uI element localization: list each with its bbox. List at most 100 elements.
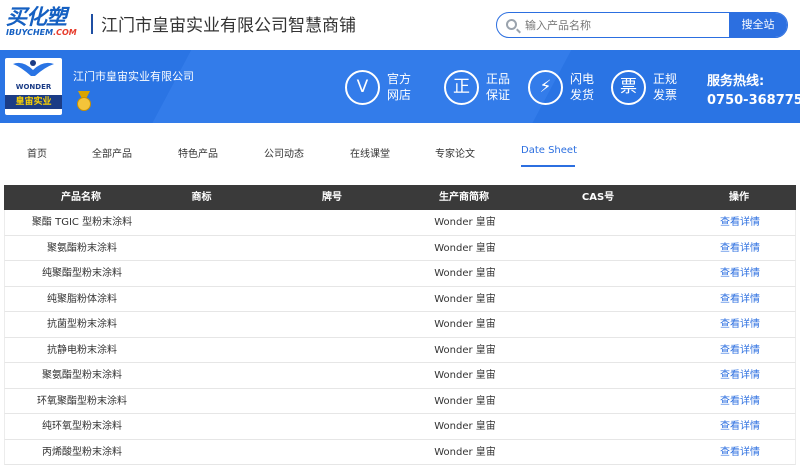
table-row: 丙烯酸型粉末涂料 Wonder 皇宙 查看详情	[4, 439, 796, 465]
table-body: 聚酯 TGIC 型粉末涂料 Wonder 皇宙 查看详情 聚氨酯粉末涂料 Wonder …	[4, 210, 796, 465]
shop-banner: WONDER 皇宙实业 江门市皇宙实业有限公司 V 官方网店 正 正品保证 ⚡ …	[0, 50, 800, 123]
cell-manufacturer: Wonder 皇宙	[434, 344, 496, 356]
cell-manufacturer: Wonder 皇宙	[434, 242, 496, 254]
cell-grade	[273, 287, 393, 312]
cell-manufacturer: Wonder 皇宙	[434, 395, 496, 407]
cell-cas	[539, 236, 659, 261]
nav-online-class[interactable]: 在线课堂	[350, 145, 390, 160]
table-row: 聚氨酯粉末涂料 Wonder 皇宙 查看详情	[4, 235, 796, 261]
search-all-button[interactable]: 搜全站	[729, 13, 787, 37]
view-details-link[interactable]: 查看详情	[685, 312, 795, 337]
cell-brand	[145, 363, 260, 388]
hotline-label: 服务热线:	[707, 74, 765, 89]
cell-product-name: 抗菌型粉末涂料	[47, 319, 117, 330]
cell-product-name: 纯聚脂粉体涂料	[47, 293, 117, 305]
feature-label: 正品保证	[486, 72, 511, 102]
nav-all-products[interactable]: 全部产品	[92, 145, 132, 160]
lightning-icon: ⚡	[528, 70, 563, 105]
cell-grade	[273, 210, 393, 235]
cell-manufacturer: Wonder 皇宙	[434, 446, 496, 458]
cell-grade	[273, 414, 393, 439]
cell-manufacturer: Wonder 皇宙	[434, 370, 496, 381]
view-details-link[interactable]: 查看详情	[685, 363, 795, 388]
table-row: 抗菌型粉末涂料 Wonder 皇宙 查看详情	[4, 312, 796, 338]
cell-cas	[539, 338, 659, 363]
cell-cas	[539, 261, 659, 286]
table-row: 聚氨酯型粉末涂料 Wonder 皇宙 查看详情	[4, 363, 796, 389]
nav-date-sheet[interactable]: Date Sheet	[521, 145, 577, 156]
cell-cas	[539, 287, 659, 312]
zheng-icon: 正	[444, 70, 479, 105]
search-bar: 搜全站	[496, 12, 788, 38]
cell-manufacturer: Wonder 皇宙	[434, 421, 496, 432]
nav-home[interactable]: 首页	[27, 145, 47, 160]
cell-cas	[539, 312, 659, 337]
cell-grade	[273, 338, 393, 363]
cell-brand	[145, 210, 260, 235]
cell-brand	[145, 414, 260, 439]
table-row: 纯环氧型粉末涂料 Wonder 皇宙 查看详情	[4, 414, 796, 440]
nav-expert-papers[interactable]: 专家论文	[435, 145, 475, 160]
cell-product-name: 抗静电粉末涂料	[47, 344, 117, 356]
logo-sub-text: IBUYCHEM.COM	[6, 28, 77, 37]
cell-product-name: 聚酯 TGIC 型粉末涂料	[31, 217, 133, 228]
nav-active-underline	[521, 165, 575, 167]
product-table: 产品名称 商标 牌号 生产商简称 CAS号 操作 聚酯 TGIC 型粉末涂料 Wo…	[4, 185, 796, 465]
cell-manufacturer: Wonder 皇宙	[434, 268, 496, 279]
cell-product-name: 丙烯酸型粉末涂料	[42, 446, 122, 458]
shop-logo-tag: 皇宙实业	[5, 95, 62, 109]
shop-nav: 首页 全部产品 特色产品 公司动态 在线课堂 专家论文 Date Sheet	[0, 123, 800, 179]
cell-grade	[273, 261, 393, 286]
cell-brand	[145, 261, 260, 286]
cell-product-name: 纯聚酯型粉末涂料	[42, 268, 122, 279]
col-cas: CAS号	[581, 192, 615, 203]
site-logo[interactable]: 买化塑 IBUYCHEM.COM	[6, 6, 80, 42]
cell-cas	[539, 440, 659, 465]
search-icon	[506, 19, 517, 30]
view-details-link[interactable]: 查看详情	[685, 236, 795, 261]
nav-company-news[interactable]: 公司动态	[264, 145, 304, 160]
cell-cas	[539, 389, 659, 414]
feature-label: 闪电发货	[570, 72, 595, 102]
view-details-link[interactable]: 查看详情	[685, 389, 795, 414]
view-details-link[interactable]: 查看详情	[685, 210, 795, 235]
nav-featured-products[interactable]: 特色产品	[178, 145, 218, 160]
table-header: 产品名称 商标 牌号 生产商简称 CAS号 操作	[4, 185, 796, 210]
logo-main-text: 买化塑	[6, 4, 67, 29]
feature-label: 正规发票	[653, 72, 678, 102]
col-grade: 牌号	[322, 192, 342, 203]
logo-figure-icon	[13, 60, 54, 76]
cell-manufacturer: Wonder 皇宙	[434, 217, 496, 228]
col-product-name: 产品名称	[61, 192, 101, 203]
cell-brand	[145, 389, 260, 414]
view-details-link[interactable]: 查看详情	[685, 338, 795, 363]
cell-grade	[273, 312, 393, 337]
cell-grade	[273, 236, 393, 261]
check-v-icon: V	[345, 70, 380, 105]
header-divider	[91, 14, 93, 34]
cell-brand	[145, 287, 260, 312]
col-brand: 商标	[191, 192, 212, 203]
medal-icon	[77, 91, 91, 111]
table-row: 纯聚酯型粉末涂料 Wonder 皇宙 查看详情	[4, 261, 796, 287]
cell-product-name: 环氧聚酯型粉末涂料	[37, 395, 127, 407]
view-details-link[interactable]: 查看详情	[685, 440, 795, 465]
cell-manufacturer: Wonder 皇宙	[434, 319, 496, 330]
cell-brand	[145, 440, 260, 465]
search-input[interactable]	[525, 16, 725, 34]
col-action: 操作	[729, 192, 749, 203]
cell-grade	[273, 363, 393, 388]
shop-name: 江门市皇宙实业有限公司	[73, 70, 194, 83]
table-row: 抗静电粉末涂料 Wonder 皇宙 查看详情	[4, 337, 796, 363]
cell-brand	[145, 312, 260, 337]
hotline-number: 0750-3687752	[707, 93, 800, 108]
view-details-link[interactable]: 查看详情	[685, 414, 795, 439]
table-row: 纯聚脂粉体涂料 Wonder 皇宙 查看详情	[4, 286, 796, 312]
cell-product-name: 纯环氧型粉末涂料	[42, 421, 122, 432]
piao-icon: 票	[611, 70, 646, 105]
col-manufacturer: 生产商简称	[439, 192, 489, 203]
view-details-link[interactable]: 查看详情	[685, 287, 795, 312]
view-details-link[interactable]: 查看详情	[685, 261, 795, 286]
cell-cas	[539, 414, 659, 439]
shop-logo-wordmark: WONDER	[15, 83, 52, 91]
